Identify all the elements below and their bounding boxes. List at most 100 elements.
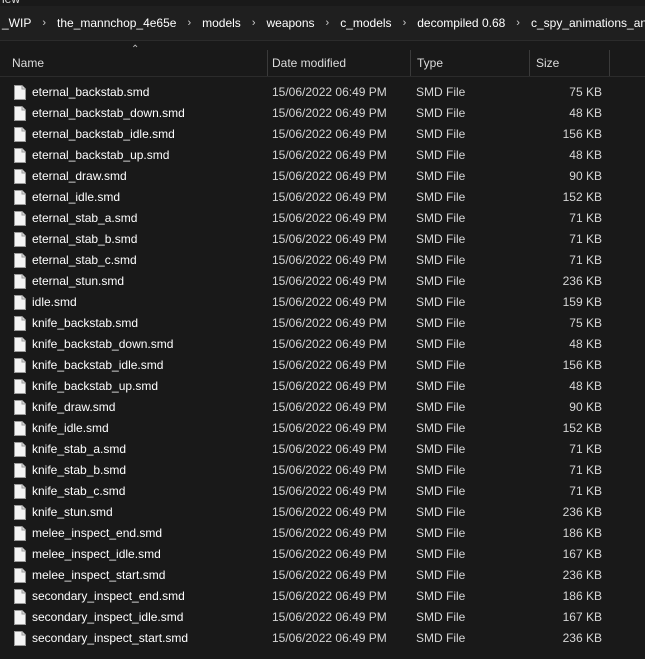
column-divider[interactable] xyxy=(529,50,530,76)
file-row[interactable]: eternal_backstab.smd 15/06/2022 06:49 PM S… xyxy=(0,82,645,103)
chevron-right-icon[interactable]: › xyxy=(317,17,339,29)
breadcrumb-item[interactable]: c_models xyxy=(338,16,393,30)
file-row[interactable]: eternal_stab_b.smd 15/06/2022 06:49 PM SMD… xyxy=(0,229,645,250)
file-name[interactable]: eternal_backstab_idle.smd xyxy=(32,124,175,145)
file-name[interactable]: eternal_idle.smd xyxy=(32,187,120,208)
file-name[interactable]: knife_backstab.smd xyxy=(32,313,138,334)
file-name[interactable]: secondary_inspect_end.smd xyxy=(32,586,185,607)
file-row[interactable]: idle.smd 15/06/2022 06:49 PM SMD File 159 K… xyxy=(0,292,645,313)
file-row[interactable]: eternal_stab_a.smd 15/06/2022 06:49 PM SMD… xyxy=(0,208,645,229)
file-name[interactable]: eternal_backstab_down.smd xyxy=(32,103,185,124)
column-header-date[interactable]: Date modified xyxy=(272,50,346,76)
breadcrumb-item[interactable]: weapons xyxy=(264,16,316,30)
file-row[interactable]: secondary_inspect_start.smd 15/06/2022 06… xyxy=(0,628,645,649)
file-row[interactable]: knife_stab_a.smd 15/06/2022 06:49 PM SMD F… xyxy=(0,439,645,460)
column-header-size[interactable]: Size xyxy=(536,50,559,76)
file-type: SMD File xyxy=(416,568,466,582)
file-name[interactable]: eternal_stab_b.smd xyxy=(32,229,137,250)
chevron-right-icon[interactable]: › xyxy=(394,17,416,29)
chevron-right-icon[interactable]: › xyxy=(507,17,529,29)
file-row[interactable]: knife_backstab_up.smd 15/06/2022 06:49 PM… xyxy=(0,376,645,397)
file-row[interactable]: eternal_stab_c.smd 15/06/2022 06:49 PM SMD… xyxy=(0,250,645,271)
breadcrumb-item[interactable]: the_mannchop_4e65e xyxy=(55,16,178,30)
file-name[interactable]: knife_stun.smd xyxy=(32,502,113,523)
file-type: SMD File xyxy=(416,400,466,414)
file-name[interactable]: eternal_backstab.smd xyxy=(32,82,149,103)
file-icon xyxy=(14,295,26,310)
file-row[interactable]: knife_backstab.smd 15/06/2022 06:49 PM SMD… xyxy=(0,313,645,334)
chevron-right-icon[interactable]: › xyxy=(178,17,200,29)
file-row[interactable]: eternal_backstab_idle.smd 15/06/2022 06:4… xyxy=(0,124,645,145)
file-name[interactable]: eternal_draw.smd xyxy=(32,166,127,187)
file-row[interactable]: eternal_stun.smd 15/06/2022 06:49 PM SMD F… xyxy=(0,271,645,292)
file-name[interactable]: knife_idle.smd xyxy=(32,418,109,439)
file-size: 236 KB xyxy=(562,505,602,519)
file-icon xyxy=(14,526,26,541)
column-header-row: ⌃ Name Date modified Type Size xyxy=(0,44,645,77)
file-icon xyxy=(14,442,26,457)
file-size: 236 KB xyxy=(562,631,602,645)
column-divider[interactable] xyxy=(609,50,610,76)
file-size: 48 KB xyxy=(569,337,602,351)
column-header-name[interactable]: Name xyxy=(12,50,44,76)
file-row[interactable]: melee_inspect_start.smd 15/06/2022 06:49 … xyxy=(0,565,645,586)
file-name[interactable]: melee_inspect_start.smd xyxy=(32,565,165,586)
column-divider[interactable] xyxy=(267,50,268,76)
file-row[interactable]: knife_stab_c.smd 15/06/2022 06:49 PM SMD F… xyxy=(0,481,645,502)
file-name[interactable]: secondary_inspect_start.smd xyxy=(32,628,188,649)
file-row[interactable]: eternal_backstab_up.smd 15/06/2022 06:49 … xyxy=(0,145,645,166)
file-size: 186 KB xyxy=(562,526,602,540)
chevron-right-icon[interactable]: › xyxy=(33,17,55,29)
file-name[interactable]: knife_backstab_idle.smd xyxy=(32,355,163,376)
file-row[interactable]: knife_backstab_idle.smd 15/06/2022 06:49 … xyxy=(0,355,645,376)
file-row[interactable]: eternal_draw.smd 15/06/2022 06:49 PM SMD F… xyxy=(0,166,645,187)
file-name[interactable]: melee_inspect_end.smd xyxy=(32,523,162,544)
file-row[interactable]: secondary_inspect_end.smd 15/06/2022 06:4… xyxy=(0,586,645,607)
column-header-type[interactable]: Type xyxy=(417,50,443,76)
file-row[interactable]: eternal_idle.smd 15/06/2022 06:49 PM SMD F… xyxy=(0,187,645,208)
file-name[interactable]: eternal_stun.smd xyxy=(32,271,124,292)
file-type: SMD File xyxy=(416,484,466,498)
file-name[interactable]: knife_stab_c.smd xyxy=(32,481,125,502)
file-name[interactable]: idle.smd xyxy=(32,292,77,313)
file-name[interactable]: knife_stab_b.smd xyxy=(32,460,126,481)
file-name[interactable]: secondary_inspect_idle.smd xyxy=(32,607,183,628)
file-name[interactable]: knife_draw.smd xyxy=(32,397,115,418)
file-row[interactable]: knife_backstab_down.smd 15/06/2022 06:49 … xyxy=(0,334,645,355)
file-date-modified: 15/06/2022 06:49 PM xyxy=(272,400,387,414)
file-size: 156 KB xyxy=(562,358,602,372)
breadcrumb[interactable]: _WIP › the_mannchop_4e65e › models › weapons › c… xyxy=(0,6,645,41)
file-icon xyxy=(14,568,26,583)
file-name[interactable]: knife_backstab_down.smd xyxy=(32,334,173,355)
file-row[interactable]: knife_stun.smd 15/06/2022 06:49 PM SMD Fil… xyxy=(0,502,645,523)
file-type: SMD File xyxy=(416,85,466,99)
file-icon xyxy=(14,631,26,646)
file-row[interactable]: melee_inspect_end.smd 15/06/2022 06:49 PM… xyxy=(0,523,645,544)
breadcrumb-item[interactable]: models xyxy=(200,16,243,30)
file-name[interactable]: eternal_backstab_up.smd xyxy=(32,145,169,166)
chevron-right-icon[interactable]: › xyxy=(243,17,265,29)
file-row[interactable]: melee_inspect_idle.smd 15/06/2022 06:49 P… xyxy=(0,544,645,565)
file-icon xyxy=(14,274,26,289)
file-row[interactable]: eternal_backstab_down.smd 15/06/2022 06:4… xyxy=(0,103,645,124)
file-name[interactable]: knife_backstab_up.smd xyxy=(32,376,158,397)
file-name[interactable]: melee_inspect_idle.smd xyxy=(32,544,161,565)
file-name[interactable]: eternal_stab_c.smd xyxy=(32,250,137,271)
file-name[interactable]: knife_stab_a.smd xyxy=(32,439,126,460)
file-row[interactable]: secondary_inspect_idle.smd 15/06/2022 06:… xyxy=(0,607,645,628)
file-name[interactable]: eternal_stab_a.smd xyxy=(32,208,137,229)
file-size: 71 KB xyxy=(569,253,602,267)
breadcrumb-item[interactable]: decompiled 0.68 xyxy=(415,16,507,30)
file-icon xyxy=(14,106,26,121)
breadcrumb-item[interactable]: c_spy_animations_anims xyxy=(529,16,645,30)
file-icon xyxy=(14,589,26,604)
file-row[interactable]: knife_idle.smd 15/06/2022 06:49 PM SMD Fil… xyxy=(0,418,645,439)
file-type: SMD File xyxy=(416,295,466,309)
file-size: 48 KB xyxy=(569,106,602,120)
file-icon xyxy=(14,253,26,268)
breadcrumb-item[interactable]: _WIP xyxy=(0,16,33,30)
file-row[interactable]: knife_stab_b.smd 15/06/2022 06:49 PM SMD F… xyxy=(0,460,645,481)
column-divider[interactable] xyxy=(410,50,411,76)
file-row[interactable]: knife_draw.smd 15/06/2022 06:49 PM SMD Fil… xyxy=(0,397,645,418)
file-icon xyxy=(14,127,26,142)
